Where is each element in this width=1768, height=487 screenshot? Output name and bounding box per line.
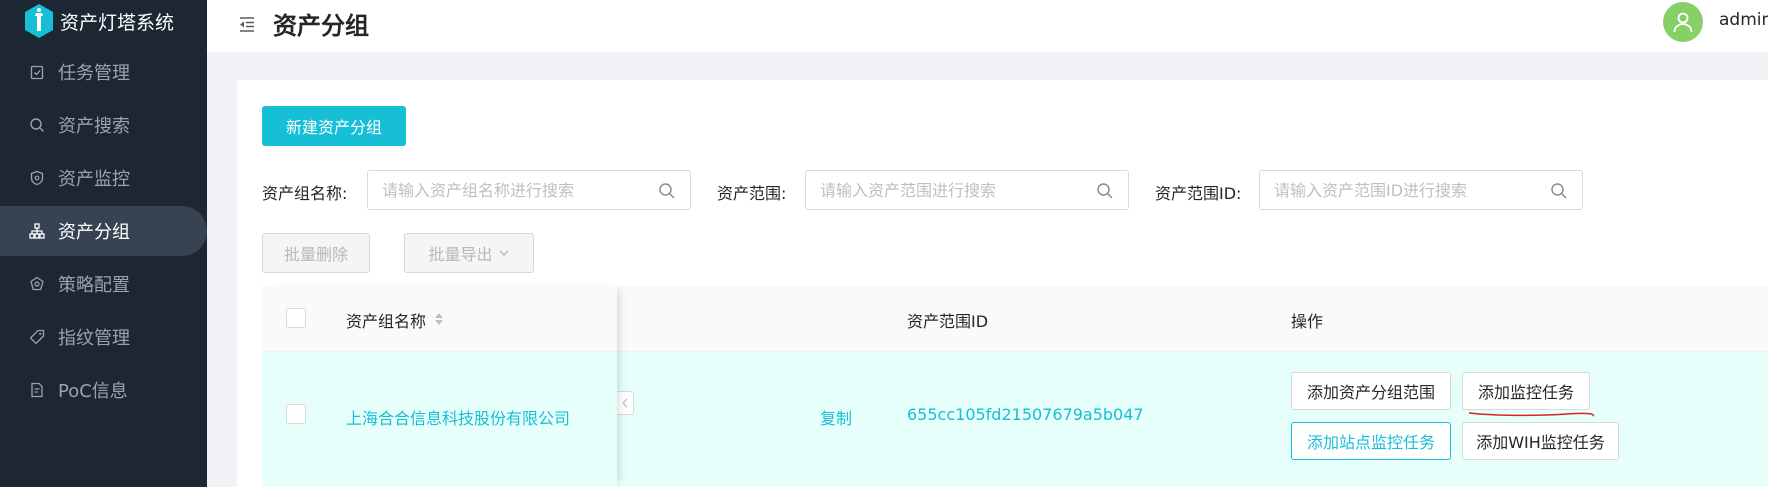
- sidebar-item-fingerprint[interactable]: 指纹管理: [0, 312, 207, 362]
- select-all-checkbox[interactable]: [286, 308, 306, 328]
- sitemap-icon: [28, 222, 46, 240]
- annotation-underline: [1468, 412, 1595, 417]
- batch-delete-button[interactable]: 批量删除: [262, 233, 370, 273]
- row-checkbox[interactable]: [286, 404, 306, 424]
- add-group-scope-button[interactable]: 添加资产分组范围: [1291, 372, 1451, 410]
- tag-icon: [28, 328, 46, 346]
- policy-icon: [28, 275, 46, 293]
- sidebar-item-label: 策略配置: [58, 275, 130, 296]
- sidebar-item-label: 指纹管理: [58, 328, 130, 349]
- sidebar-item-label: 资产分组: [58, 222, 130, 243]
- username[interactable]: admin: [1719, 10, 1768, 30]
- scope-id-search-field[interactable]: [1259, 170, 1583, 210]
- main-content: 新建资产分组 资产组名称: 资产范围: 资产范围ID: 批量删除 批量导出 资产…: [237, 80, 1768, 487]
- sidebar-item-label: 任务管理: [58, 63, 130, 84]
- sidebar-item-asset-monitor[interactable]: 资产监控: [0, 153, 207, 203]
- scope-id-search-input[interactable]: [1274, 180, 1544, 200]
- sidebar-item-label: PoC信息: [58, 381, 128, 402]
- fixed-left-column: 资产组名称 上海合合信息科技股份有限公司: [262, 286, 617, 487]
- sidebar-item-label: 资产搜索: [58, 116, 130, 137]
- sidebar-item-asset-group[interactable]: 资产分组: [0, 206, 207, 256]
- group-name-search-field[interactable]: [367, 170, 691, 210]
- chevron-down-icon: [499, 250, 508, 256]
- create-asset-group-button[interactable]: 新建资产分组: [262, 106, 406, 146]
- search-icon: [28, 116, 46, 134]
- group-name-search-input[interactable]: [382, 180, 652, 200]
- fixed-column-row: 上海合合信息科技股份有限公司: [262, 352, 617, 487]
- batch-export-label: 批量导出: [428, 245, 493, 264]
- app-name: 资产灯塔系统: [60, 11, 175, 34]
- sidebar-item-asset-search[interactable]: 资产搜索: [0, 100, 207, 150]
- group-name-link[interactable]: 上海合合信息科技股份有限公司: [346, 405, 570, 429]
- avatar[interactable]: [1663, 2, 1703, 42]
- search-icon[interactable]: [1096, 182, 1114, 200]
- column-header-scope-id: 资产范围ID: [907, 312, 989, 331]
- filter-label-scope: 资产范围:: [717, 184, 787, 203]
- clipboard-icon: [28, 63, 46, 81]
- column-header-actions: 操作: [1291, 312, 1324, 331]
- add-site-monitor-task-button[interactable]: 添加站点监控任务: [1291, 422, 1451, 460]
- add-monitor-task-button[interactable]: 添加监控任务: [1462, 372, 1590, 410]
- search-icon[interactable]: [1550, 182, 1568, 200]
- filter-label-group-name: 资产组名称:: [262, 184, 348, 203]
- chevron-left-icon: [622, 398, 628, 408]
- search-icon[interactable]: [658, 182, 676, 200]
- brand[interactable]: 资产灯塔系统: [24, 3, 174, 39]
- user-icon: [1673, 12, 1693, 33]
- column-header-group-name: 资产组名称: [346, 312, 427, 331]
- asset-group-table: 资产范围ID 操作 复制 655cc105fd21507679a5b047 添加…: [262, 286, 1768, 487]
- filter-label-scope-id: 资产范围ID:: [1155, 184, 1242, 203]
- menu-fold-icon[interactable]: [237, 14, 257, 34]
- batch-export-dropdown[interactable]: 批量导出: [404, 233, 534, 273]
- copy-link[interactable]: 复制: [820, 405, 852, 429]
- sidebar-item-label: 资产监控: [58, 169, 130, 190]
- sidebar-item-policy-config[interactable]: 策略配置: [0, 259, 207, 309]
- page-title: 资产分组: [273, 12, 369, 40]
- document-icon: [28, 381, 46, 399]
- sort-icon[interactable]: [434, 311, 444, 327]
- add-wih-monitor-task-button[interactable]: 添加WIH监控任务: [1462, 422, 1619, 460]
- shield-icon: [28, 169, 46, 187]
- scope-search-input[interactable]: [820, 180, 1090, 200]
- sidebar: 资产灯塔系统 任务管理 资产搜索 资产监控 资产分组 策略配置 指纹管理 PoC…: [0, 0, 207, 487]
- scope-search-field[interactable]: [805, 170, 1129, 210]
- scope-id-link[interactable]: 655cc105fd21507679a5b047: [907, 405, 1144, 424]
- fixed-column-header: 资产组名称: [262, 286, 617, 352]
- header: 资产分组 admin: [207, 0, 1768, 52]
- sidebar-item-task-management[interactable]: 任务管理: [0, 47, 207, 97]
- lighthouse-logo-icon: [25, 4, 53, 38]
- sidebar-item-poc[interactable]: PoC信息: [0, 365, 207, 415]
